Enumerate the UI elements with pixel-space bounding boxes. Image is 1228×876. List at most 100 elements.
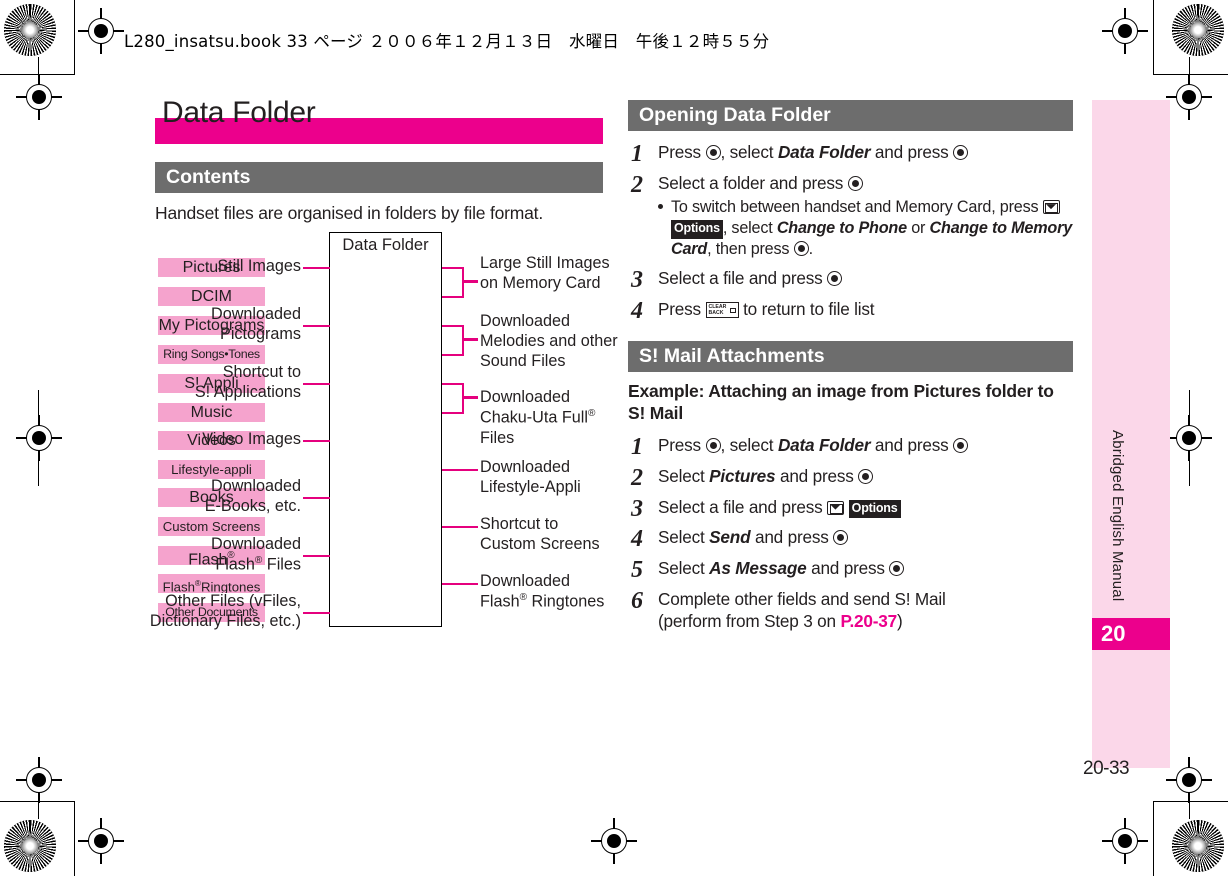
crop-line-right bbox=[1189, 57, 1191, 75]
smail-step-4: 4 Select Send and press bbox=[628, 526, 1073, 552]
mail-key-icon bbox=[827, 500, 845, 515]
step-text-pre: Select a folder and press bbox=[658, 173, 848, 194]
step-text-italic: Data Folder bbox=[777, 142, 871, 163]
left-column: Data Folder Contents Handset files are o… bbox=[150, 96, 618, 630]
step-text-pre: Press bbox=[658, 434, 706, 455]
connector-right-bracket2-top bbox=[442, 324, 464, 328]
folder-flash-ringtones: Flash®Ringtones bbox=[158, 574, 265, 594]
step-number: 1 bbox=[631, 433, 643, 460]
starburst-mark-bottom-left bbox=[4, 820, 56, 872]
connector-left-pictograms bbox=[303, 324, 330, 328]
step-text-pre: Press bbox=[658, 142, 706, 163]
center-key-icon bbox=[705, 145, 721, 161]
starburst-mark-bottom-right bbox=[1172, 820, 1224, 872]
connector-right-bracket1-bottom bbox=[442, 295, 464, 299]
registration-mark-right-mid bbox=[1166, 415, 1212, 461]
clear-back-key-icon: CLEAR BACK bbox=[705, 301, 739, 318]
step-text-italic: Data Folder bbox=[777, 434, 871, 455]
label-downloaded-pictograms: Downloaded Pictograms bbox=[211, 305, 301, 344]
label-downloaded-ebooks: Downloaded E-Books, etc. bbox=[204, 477, 301, 516]
center-key-icon bbox=[953, 437, 969, 453]
step-text-pre: Select bbox=[658, 527, 710, 548]
softkey-options-label: Options bbox=[671, 219, 723, 239]
smail-step-3: 3 Select a file and press Options bbox=[628, 496, 1073, 522]
connector-right-bracket2-stem bbox=[462, 338, 478, 341]
center-key-icon bbox=[705, 437, 721, 453]
step-text-post: and press bbox=[750, 527, 834, 548]
label-downloaded-chaku-uta: Downloaded Chaku-Uta Full® Files bbox=[480, 388, 596, 447]
page-cross-reference-link[interactable]: P.20-37 bbox=[840, 611, 897, 631]
page-canvas: L280_insatsu.book 33 ページ ２００６年１２月１３日 水曜日… bbox=[0, 0, 1228, 876]
center-key-icon bbox=[827, 271, 843, 287]
label-downloaded-lifestyle-appli: Downloaded Lifestyle-Appli bbox=[480, 458, 581, 497]
step-text-mid: , select bbox=[720, 142, 778, 163]
center-key-icon bbox=[793, 240, 809, 256]
step-number: 5 bbox=[631, 557, 643, 584]
step-text-post: to return to file list bbox=[738, 298, 875, 319]
connector-right-flash-ringtones bbox=[442, 582, 478, 586]
connector-left-s-appli bbox=[303, 382, 330, 386]
label-video-images: Video Images bbox=[202, 430, 301, 449]
center-key-icon bbox=[847, 176, 863, 192]
step-text-pre: Select bbox=[658, 465, 710, 486]
step-text-mid: , select bbox=[720, 434, 778, 455]
connector-right-bracket2-bottom bbox=[442, 353, 464, 357]
step-text-italic: Send bbox=[709, 527, 751, 548]
diagram-box-title: Data Folder bbox=[342, 236, 429, 255]
note-text-e: . bbox=[808, 239, 814, 258]
starburst-mark-top-left bbox=[4, 4, 56, 56]
step-text-line2a: (perform from Step 3 on bbox=[658, 611, 841, 631]
label-shortcut-s-applications: Shortcut to S! Applications bbox=[194, 363, 301, 402]
label-large-still-images: Large Still Images on Memory Card bbox=[480, 254, 610, 293]
step-text-post: and press bbox=[775, 465, 859, 486]
note-text-c: or bbox=[906, 218, 930, 237]
page-title-block: Data Folder bbox=[155, 96, 603, 144]
step-text-pre: Press bbox=[658, 298, 706, 319]
chapter-number-badge: 20 bbox=[1092, 618, 1170, 650]
step-text-pre: Select a file and press bbox=[658, 496, 828, 517]
label-downloaded-flash-ringtones: Downloaded Flash® Ringtones bbox=[480, 572, 605, 611]
registration-mark-top-left bbox=[78, 8, 124, 54]
smail-step-5: 5 Select As Message and press bbox=[628, 557, 1073, 583]
connector-right-custom-screens bbox=[442, 525, 478, 529]
connector-left-books bbox=[303, 496, 330, 500]
center-key-icon bbox=[833, 530, 849, 546]
registration-mark-top-right bbox=[1102, 8, 1148, 54]
connector-left-other-docs bbox=[303, 611, 330, 615]
connector-left-videos bbox=[303, 439, 330, 443]
center-key-icon bbox=[953, 145, 969, 161]
note-text-a: To switch between handset and Memory Car… bbox=[671, 198, 1043, 217]
opening-step-1: 1 Press , select Data Folder and press bbox=[628, 141, 1073, 167]
contents-intro-text: Handset files are organised in folders b… bbox=[155, 203, 544, 224]
registration-mark-bottom-left bbox=[78, 818, 124, 864]
label-flash-ringtones-line: Flash® Ringtones bbox=[480, 592, 605, 611]
step-text-line2b: ) bbox=[897, 611, 903, 631]
page-title: Data Folder bbox=[162, 96, 316, 129]
step-number: 6 bbox=[631, 588, 643, 615]
smail-step-1: 1 Press , select Data Folder and press bbox=[628, 434, 1073, 460]
smail-step-2: 2 Select Pictures and press bbox=[628, 465, 1073, 491]
connector-left-pictures bbox=[303, 266, 330, 270]
step-text-pre: Select a file and press bbox=[658, 268, 828, 289]
data-folder-diagram: Data Folder Pictures DCIM My Pictograms … bbox=[150, 230, 618, 630]
section-heading-smail-attachments: S! Mail Attachments bbox=[628, 340, 1073, 373]
folder-dcim: DCIM bbox=[158, 287, 265, 307]
bullet-icon bbox=[658, 204, 663, 210]
opening-step-2: 2 Select a folder and press To switch bet… bbox=[628, 172, 1073, 259]
page-title-underline: Data Folder bbox=[155, 96, 603, 144]
step-text-italic: As Message bbox=[709, 558, 807, 579]
opening-step-4: 4 Press CLEAR BACK to return to file list bbox=[628, 298, 1073, 324]
registration-mark-bottom-center bbox=[591, 818, 637, 864]
right-column: Opening Data Folder 1 Press , select Data… bbox=[628, 100, 1073, 633]
crop-line-right-b bbox=[1189, 801, 1191, 819]
note-text-d: , then press bbox=[707, 239, 794, 258]
registration-mark-right-upper bbox=[1166, 74, 1212, 120]
starburst-mark-top-right bbox=[1172, 4, 1224, 56]
step-text-italic: Pictures bbox=[709, 465, 776, 486]
chapter-side-tab-label: Abridged English Manual bbox=[1109, 430, 1126, 602]
chapter-side-tab bbox=[1092, 100, 1170, 768]
note-text-b: , select bbox=[722, 218, 777, 237]
registration-mark-left-mid bbox=[16, 415, 62, 461]
connector-right-bracket3-bottom bbox=[442, 411, 464, 415]
step-number: 3 bbox=[631, 267, 643, 294]
